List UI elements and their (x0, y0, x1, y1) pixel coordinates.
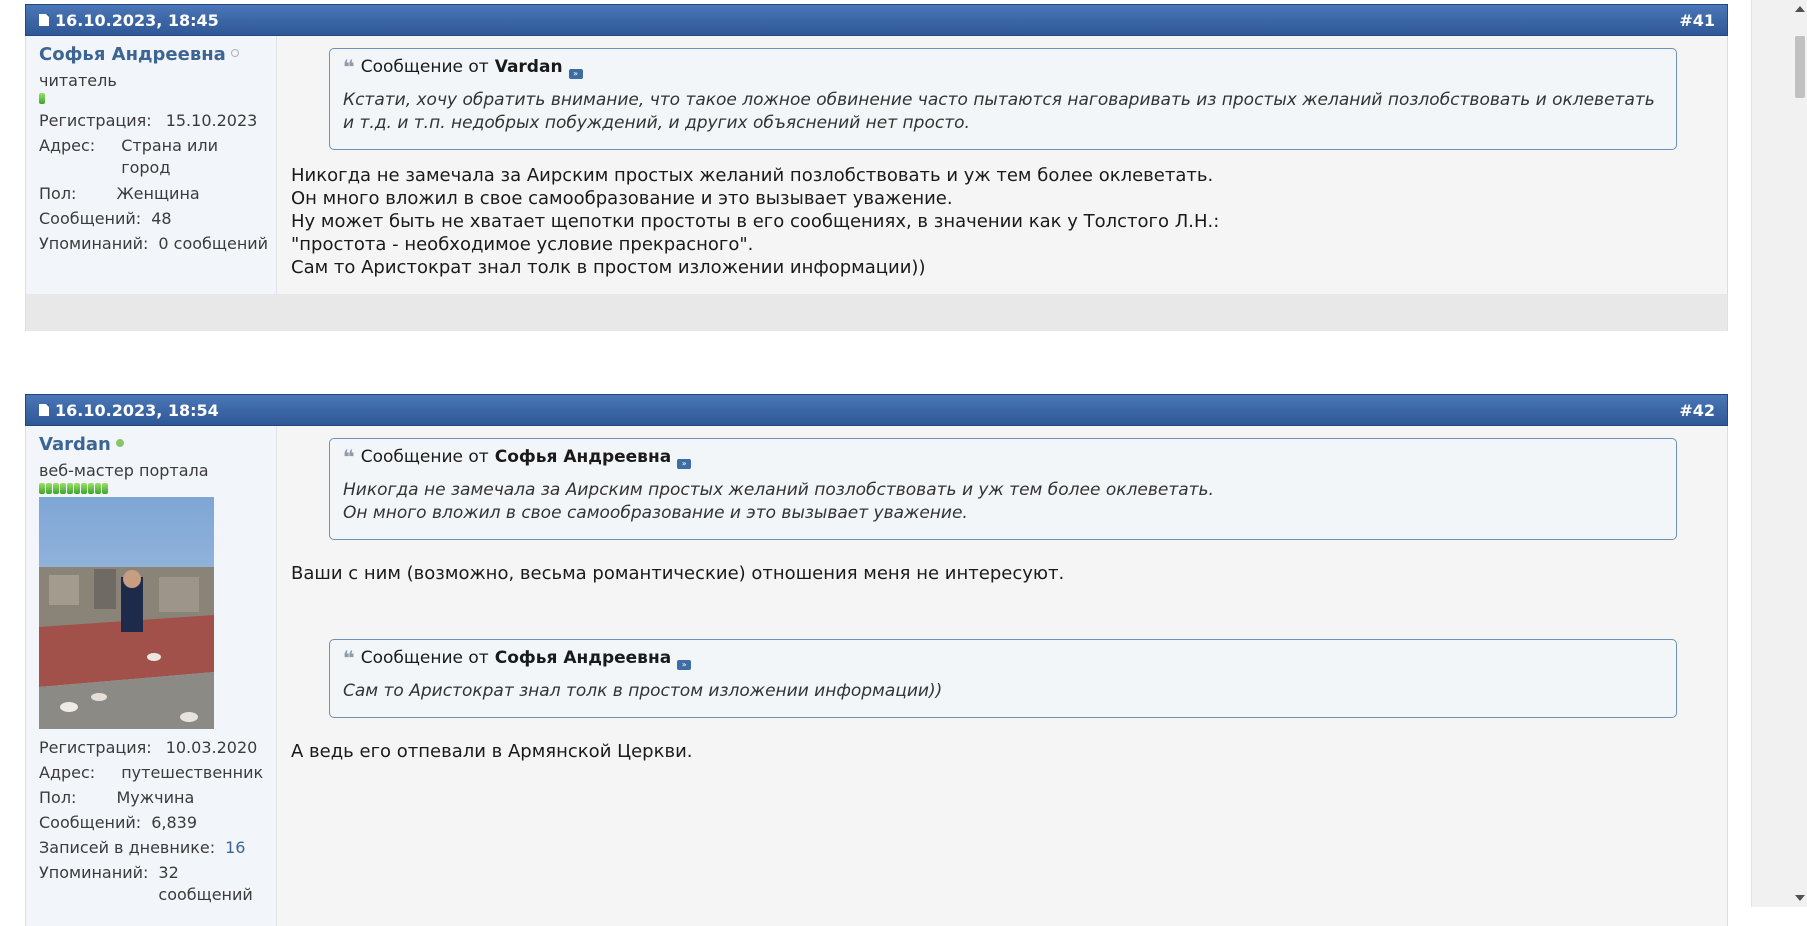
reputation-pip-icon (81, 483, 87, 494)
reputation-pip-icon (67, 483, 73, 494)
quote-author: Софья Андреевна (494, 447, 672, 467)
quote-prefix: Сообщение от (360, 648, 489, 668)
user-title: читатель (39, 71, 117, 90)
post-content: ❝ Сообщение от Vardan » Кстати, хочу обр… (277, 36, 1727, 294)
info-gender: Пол: Мужчина (39, 788, 195, 807)
quote-text: Кстати, хочу обратить внимание, что тако… (343, 90, 1655, 133)
quote-prefix: Сообщение от (360, 57, 489, 77)
user-avatar[interactable] (39, 497, 214, 729)
quote-text-line: Никогда не замечала за Аирским простых ж… (343, 480, 1214, 500)
info-address: Адрес: Страна или город (39, 136, 219, 177)
view-post-icon[interactable]: » (677, 458, 692, 469)
username-link[interactable]: Софья Андреевна (39, 44, 226, 65)
message-line: "простота - необходимое условие прекрасн… (291, 234, 754, 255)
quote-icon: ❝ (343, 55, 355, 79)
info-mentions: Упоминаний: 0 сообщений (39, 234, 269, 253)
message-line: Сам то Аристократ знал толк в простом из… (291, 257, 926, 278)
quote-icon: ❝ (343, 646, 355, 670)
diary-link[interactable]: 16 (225, 835, 245, 860)
info-registration: Регистрация: 10.03.2020 (39, 738, 258, 757)
info-registration: Регистрация: 15.10.2023 (39, 111, 258, 130)
offline-status-icon (230, 48, 239, 57)
reputation-pip-icon (74, 483, 80, 494)
reputation-pip-icon (102, 483, 108, 494)
info-diary: Записей в дневнике: 16 (39, 835, 276, 860)
post-footer (25, 294, 1728, 331)
reputation-pip-icon (39, 483, 45, 494)
reputation-pip-icon (88, 483, 94, 494)
view-post-icon[interactable]: » (568, 68, 583, 79)
info-address: Адрес: путешественник (39, 763, 264, 782)
vertical-scrollbar[interactable] (1751, 0, 1807, 907)
quote-text: Сам то Аристократ знал толк в простом из… (343, 681, 943, 701)
document-icon (39, 14, 49, 26)
scroll-up-icon[interactable] (1795, 6, 1805, 12)
quote-author: Софья Андреевна (494, 648, 672, 668)
info-posts: Сообщений: 48 (39, 209, 172, 228)
quote-author: Vardan (494, 57, 563, 77)
post-content: ❝ Сообщение от Софья Андреевна » Никогда… (277, 426, 1727, 926)
quote-text-line: Он много вложил в свое самообразование и… (343, 503, 968, 523)
reputation-pip-icon (95, 483, 101, 494)
message-line: А ведь его отпевали в Армянской Церкви. (291, 741, 693, 762)
quote-block: ❝ Сообщение от Софья Андреевна » Сам то … (329, 639, 1677, 718)
scroll-thumb[interactable] (1795, 36, 1805, 98)
user-info: Vardan веб-мастер портала Регистрация: 1… (26, 426, 277, 926)
view-post-icon[interactable]: » (677, 659, 692, 670)
message-line: Ваши с ним (возможно, весьма романтическ… (291, 563, 1065, 584)
post-date-text: 16.10.2023, 18:45 (55, 10, 219, 30)
scroll-down-icon[interactable] (1795, 895, 1805, 901)
reputation-bar (39, 483, 276, 494)
post-number-link[interactable]: #41 (1679, 11, 1715, 30)
reputation-pip-icon (46, 483, 52, 494)
info-mentions: Упоминаний: 32 сообщений (39, 863, 253, 904)
post-date: 16.10.2023, 18:45 (39, 11, 219, 30)
post-number-link[interactable]: #42 (1679, 401, 1715, 420)
quote-block: ❝ Сообщение от Софья Андреевна » Никогда… (329, 438, 1677, 540)
reputation-pip-icon (53, 483, 59, 494)
message-line: Он много вложил в свое самообразование и… (291, 188, 953, 209)
post-date-text: 16.10.2023, 18:54 (55, 400, 219, 420)
document-icon (39, 404, 49, 416)
message-line: Ну может быть не хватает щепотки простот… (291, 211, 1220, 232)
reputation-pip-icon (60, 483, 66, 494)
post-header: 16.10.2023, 18:54 #42 (25, 394, 1728, 426)
reputation-bar (39, 93, 276, 104)
reputation-pip-icon (39, 93, 45, 104)
info-posts: Сообщений: 6,839 (39, 813, 197, 832)
user-title: веб-мастер портала (39, 461, 209, 480)
user-info: Софья Андреевна читатель Регистрация: 15.… (26, 36, 277, 294)
info-gender: Пол: Женщина (39, 184, 200, 203)
post-42: 16.10.2023, 18:54 #42 Vardan веб-мастер … (25, 394, 1728, 926)
quote-block: ❝ Сообщение от Vardan » Кстати, хочу обр… (329, 48, 1677, 150)
username-link[interactable]: Vardan (39, 434, 111, 455)
quote-prefix: Сообщение от (360, 447, 489, 467)
quote-icon: ❝ (343, 445, 355, 469)
message-line: Никогда не замечала за Аирским простых ж… (291, 165, 1214, 186)
post-date: 16.10.2023, 18:54 (39, 401, 219, 420)
online-status-icon (115, 438, 124, 447)
post-41: 16.10.2023, 18:45 #41 Софья Андреевна чи… (25, 4, 1728, 331)
post-header: 16.10.2023, 18:45 #41 (25, 4, 1728, 36)
